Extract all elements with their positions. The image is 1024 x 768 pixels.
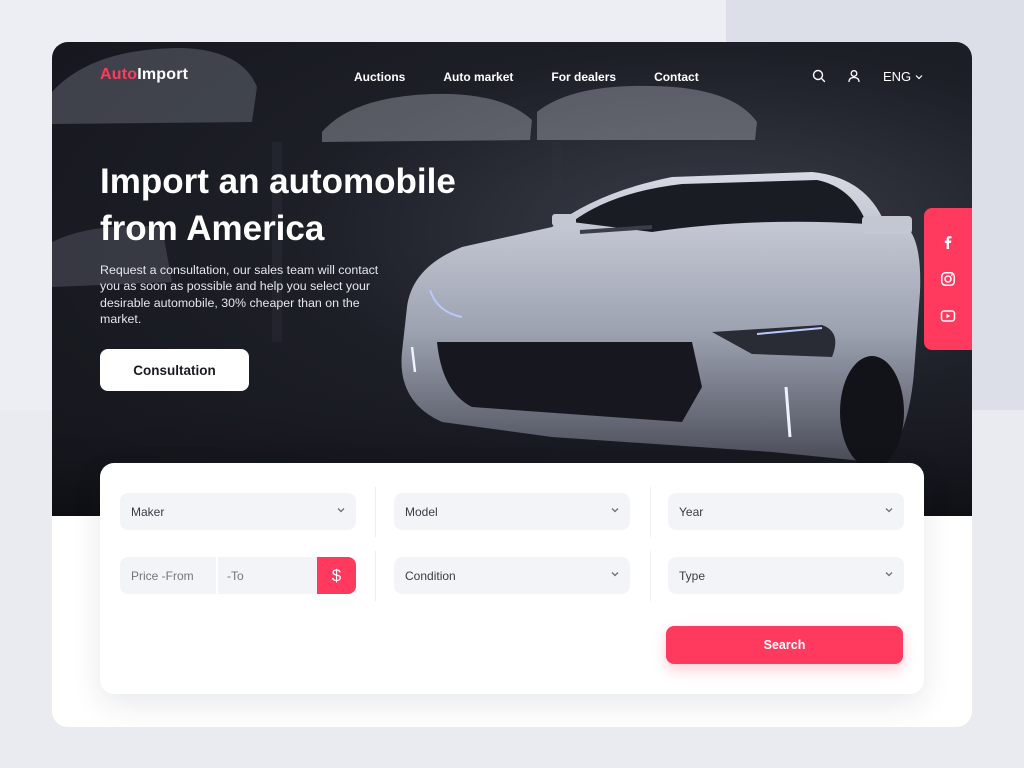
chevron-down-icon xyxy=(337,508,345,513)
price-from-input[interactable] xyxy=(120,557,216,594)
landing-card: AutoImport Auctions Auto market For deal… xyxy=(52,42,972,727)
nav-link-auctions[interactable]: Auctions xyxy=(354,70,405,84)
language-selector[interactable]: ENG xyxy=(883,69,923,84)
type-select[interactable]: Type xyxy=(668,557,904,594)
hero-section: AutoImport Auctions Auto market For deal… xyxy=(52,42,972,516)
column-divider xyxy=(650,551,651,601)
instagram-icon[interactable] xyxy=(940,271,956,287)
column-divider xyxy=(650,487,651,537)
social-sidebar xyxy=(924,208,972,350)
chevron-down-icon xyxy=(885,508,893,513)
column-divider xyxy=(375,551,376,601)
model-select[interactable]: Model xyxy=(394,493,630,530)
main-nav: Auctions Auto market For dealers Contact xyxy=(354,70,699,84)
nav-link-auto-market[interactable]: Auto market xyxy=(443,70,513,84)
consultation-button[interactable]: Consultation xyxy=(100,349,249,391)
maker-select-label: Maker xyxy=(131,504,165,519)
brand-logo-text: Import xyxy=(137,66,189,83)
column-divider xyxy=(375,487,376,537)
search-icon[interactable] xyxy=(812,69,826,83)
search-button[interactable]: Search xyxy=(666,626,903,664)
brand-logo[interactable]: AutoImport xyxy=(100,66,188,84)
condition-select[interactable]: Condition xyxy=(394,557,630,594)
nav-link-contact[interactable]: Contact xyxy=(654,70,699,84)
language-label: ENG xyxy=(883,69,912,84)
year-select[interactable]: Year xyxy=(668,493,904,530)
chevron-down-icon xyxy=(611,508,619,513)
youtube-icon[interactable] xyxy=(940,308,956,324)
year-select-label: Year xyxy=(679,504,704,519)
price-to-input[interactable] xyxy=(218,557,317,594)
chevron-down-icon xyxy=(611,572,619,577)
model-select-label: Model xyxy=(405,504,438,519)
user-icon[interactable] xyxy=(847,69,861,83)
search-filter-panel: Maker Model Year $ Condition Type Search xyxy=(100,463,924,694)
hero-description: Request a consultation, our sales team w… xyxy=(100,263,379,327)
facebook-icon[interactable] xyxy=(940,234,956,250)
hero-title: Import an automobile from America xyxy=(100,162,456,248)
nav-link-for-dealers[interactable]: For dealers xyxy=(551,70,616,84)
chevron-down-icon xyxy=(885,572,893,577)
maker-select[interactable]: Maker xyxy=(120,493,356,530)
currency-button[interactable]: $ xyxy=(317,557,356,594)
type-select-label: Type xyxy=(679,568,706,583)
condition-select-label: Condition xyxy=(405,568,456,583)
brand-logo-accent: Auto xyxy=(100,66,138,83)
chevron-down-icon xyxy=(915,74,923,79)
